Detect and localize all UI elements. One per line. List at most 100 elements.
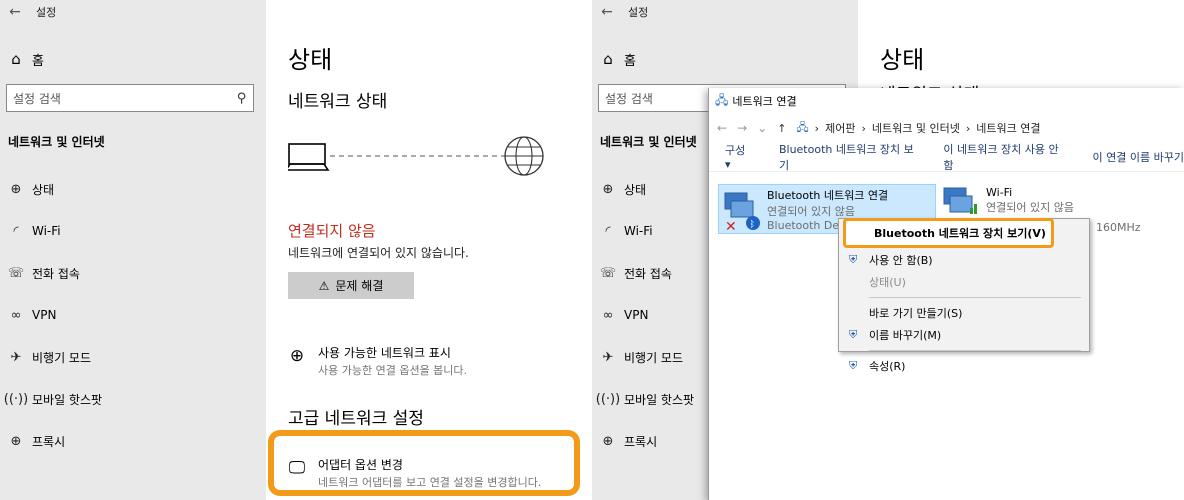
- dialup-icon: ☏: [7, 265, 25, 281]
- window-titlebar: 🖧 네트워크 연결: [709, 88, 1184, 114]
- titlebar: ← 설정: [592, 0, 648, 24]
- menu-item-view-bluetooth-devices[interactable]: Bluetooth 네트워크 장치 보기(V): [843, 218, 1054, 248]
- shield-icon: ⛨: [849, 253, 858, 266]
- menu-separator: [869, 350, 1081, 351]
- sidebar-item-label: 전화 접속: [624, 266, 672, 281]
- menu-item-disable[interactable]: ⛨ 사용 안 함(B): [839, 249, 1089, 271]
- back-arrow-icon[interactable]: ←: [717, 121, 727, 135]
- organize-menu[interactable]: 구성 ▾: [725, 142, 753, 171]
- disable-device-command[interactable]: 이 네트워크 장치 사용 안 함: [943, 141, 1066, 173]
- settings-window-left: ← 설정 ⌂ 홈 설정 검색 ⚲ 네트워크 및 인터넷 ⊕ 상태 ◜ Wi-Fi…: [0, 0, 592, 500]
- show-networks-title: 사용 가능한 네트워크 표시: [318, 346, 451, 360]
- sidebar-item-label: 홈: [32, 53, 44, 69]
- globe-icon: ⊕: [602, 181, 614, 197]
- airplane-icon: ✈: [10, 349, 22, 365]
- connection-status: 연결되지 않음: [288, 222, 376, 240]
- window-title: 네트워크 연결: [732, 95, 797, 108]
- home-icon: ⌂: [603, 50, 613, 68]
- sidebar-item-label: 모바일 핫스팟: [32, 392, 103, 407]
- sidebar-item-label: 비행기 모드: [32, 350, 92, 365]
- globe-icon: ⊕: [10, 181, 22, 197]
- svg-text:✕: ✕: [725, 219, 737, 233]
- sidebar-item-wifi[interactable]: ◜ Wi-Fi: [0, 210, 266, 252]
- app-title: 설정: [36, 6, 57, 19]
- network-adapter-icon: ✕ ᛒ: [723, 187, 761, 235]
- show-networks-link[interactable]: ⊕ 사용 가능한 네트워크 표시 사용 가능한 연결 옵션을 봅니다.: [286, 344, 467, 378]
- troubleshoot-button[interactable]: ⚠ 문제 해결: [288, 272, 414, 299]
- back-icon[interactable]: ←: [0, 4, 30, 20]
- up-arrow-icon[interactable]: ↑: [777, 122, 786, 135]
- sidebar-item-label: VPN: [32, 308, 57, 322]
- connection-status-detail: 네트워크에 연결되어 있지 않습니다.: [288, 246, 469, 260]
- chevron-right-icon: ›: [814, 121, 820, 135]
- shield-icon: ⛨: [849, 328, 858, 341]
- menu-item-label: 바로 가기 만들기(S): [869, 307, 963, 320]
- view-bluetooth-devices-command[interactable]: Bluetooth 네트워크 장치 보기: [779, 141, 917, 173]
- command-bar: 구성 ▾ Bluetooth 네트워크 장치 보기 이 네트워크 장치 사용 안…: [709, 142, 1184, 172]
- breadcrumb: 🖧 › 제어판 › 네트워크 및 인터넷 › 네트워크 연결: [796, 119, 1040, 138]
- sidebar-item-home[interactable]: ⌂ 홈: [592, 40, 858, 78]
- sidebar-item-home[interactable]: ⌂ 홈: [0, 40, 266, 78]
- titlebar: ← 설정: [0, 0, 56, 24]
- page-title: 상태: [880, 46, 925, 74]
- adapter-wifi[interactable]: Wi-Fi 연결되어 있지 않음: [942, 186, 1102, 218]
- adapter-status: 연결되어 있지 않음: [986, 201, 1074, 214]
- section-title: 네트워크 및 인터넷: [600, 135, 697, 149]
- sidebar-item-dialup[interactable]: ☏ 전화 접속: [0, 252, 266, 294]
- network-status-heading: 네트워크 상태: [288, 92, 388, 112]
- sidebar: ← 설정 ⌂ 홈 설정 검색 ⚲ 네트워크 및 인터넷 ⊕ 상태 ◜ Wi-Fi…: [0, 0, 266, 500]
- sidebar-item-label: 전화 접속: [32, 266, 80, 281]
- shield-icon: ⛨: [849, 359, 858, 372]
- sidebar-item-label: 상태: [32, 182, 55, 197]
- troubleshoot-label: 문제 해결: [335, 279, 384, 293]
- chevron-right-icon: ›: [965, 121, 971, 135]
- network-connections-icon: 🖧: [796, 120, 809, 134]
- wifi-icon: ◜: [605, 223, 611, 239]
- sidebar-item-proxy[interactable]: ⊕ 프록시: [0, 420, 266, 462]
- sidebar-item-hotspot[interactable]: ((·)) 모바일 핫스팟: [0, 378, 266, 420]
- menu-item-label: 사용 안 함(B): [869, 254, 933, 267]
- adapter-device: 160MHz: [1096, 221, 1141, 234]
- menu-item-create-shortcut[interactable]: 바로 가기 만들기(S): [839, 302, 1089, 324]
- main-content: 상태 네트워크 상태 연결되지 않음 네트워크에 연결되어 있지 않습니다. ⚠…: [266, 0, 592, 500]
- home-icon: ⌂: [11, 50, 21, 68]
- breadcrumb-item-network-internet[interactable]: 네트워크 및 인터넷: [872, 120, 960, 136]
- back-icon[interactable]: ←: [592, 4, 622, 20]
- advanced-settings-heading: 고급 네트워크 설정: [288, 409, 424, 429]
- sidebar-item-label: 상태: [624, 182, 647, 197]
- breadcrumb-item-network-connections[interactable]: 네트워크 연결: [976, 120, 1040, 136]
- rename-connection-command[interactable]: 이 연결 이름 바꾸기: [1093, 149, 1184, 165]
- sidebar-item-label: Wi-Fi: [32, 224, 61, 238]
- menu-item-rename[interactable]: ⛨ 이름 바꾸기(M): [839, 324, 1089, 346]
- address-bar: ← → ⌄ ↑ 🖧 › 제어판 › 네트워크 및 인터넷 › 네트워크 연결: [709, 114, 1184, 142]
- network-connections-icon: 🖧: [715, 92, 729, 107]
- highlight-box: [268, 430, 580, 496]
- adapter-name: Wi-Fi: [986, 186, 1013, 199]
- section-title: 네트워크 및 인터넷: [8, 135, 105, 149]
- show-networks-desc: 사용 가능한 연결 옵션을 봅니다.: [318, 364, 468, 377]
- sidebar-item-label: 프록시: [624, 434, 658, 449]
- sidebar-item-label: 비행기 모드: [624, 350, 684, 365]
- hotspot-icon: ((·)): [3, 391, 29, 407]
- menu-item-label: Bluetooth 네트워크 장치 보기(V): [874, 227, 1046, 240]
- sidebar-item-airplane[interactable]: ✈ 비행기 모드: [0, 336, 266, 378]
- adapter-status: 연결되어 있지 않음: [767, 205, 855, 218]
- sidebar-nav: ⊕ 상태 ◜ Wi-Fi ☏ 전화 접속 ∞ VPN ✈ 비행기 모드 ((·)…: [0, 168, 266, 462]
- warning-icon: ⚠: [318, 278, 330, 293]
- search-input[interactable]: 설정 검색 ⚲: [6, 84, 254, 112]
- chevron-down-icon[interactable]: ⌄: [757, 121, 767, 135]
- menu-item-status[interactable]: 상태(U): [839, 271, 1089, 293]
- network-adapter-icon: [942, 186, 980, 218]
- breadcrumb-item-control-panel[interactable]: 제어판: [825, 120, 855, 136]
- svg-text:ᛒ: ᛒ: [750, 219, 755, 230]
- airplane-icon: ✈: [602, 349, 614, 365]
- sidebar-item-vpn[interactable]: ∞ VPN: [0, 294, 266, 336]
- hotspot-icon: ((·)): [595, 391, 621, 407]
- sidebar-item-status[interactable]: ⊕ 상태: [0, 168, 266, 210]
- sidebar-item-label: Wi-Fi: [624, 224, 653, 238]
- proxy-icon: ⊕: [602, 433, 614, 449]
- menu-item-properties[interactable]: ⛨ 속성(R): [839, 355, 1089, 377]
- menu-item-label: 이름 바꾸기(M): [869, 329, 942, 342]
- forward-arrow-icon[interactable]: →: [737, 121, 747, 135]
- adapter-name: Bluetooth 네트워크 연결: [767, 189, 889, 202]
